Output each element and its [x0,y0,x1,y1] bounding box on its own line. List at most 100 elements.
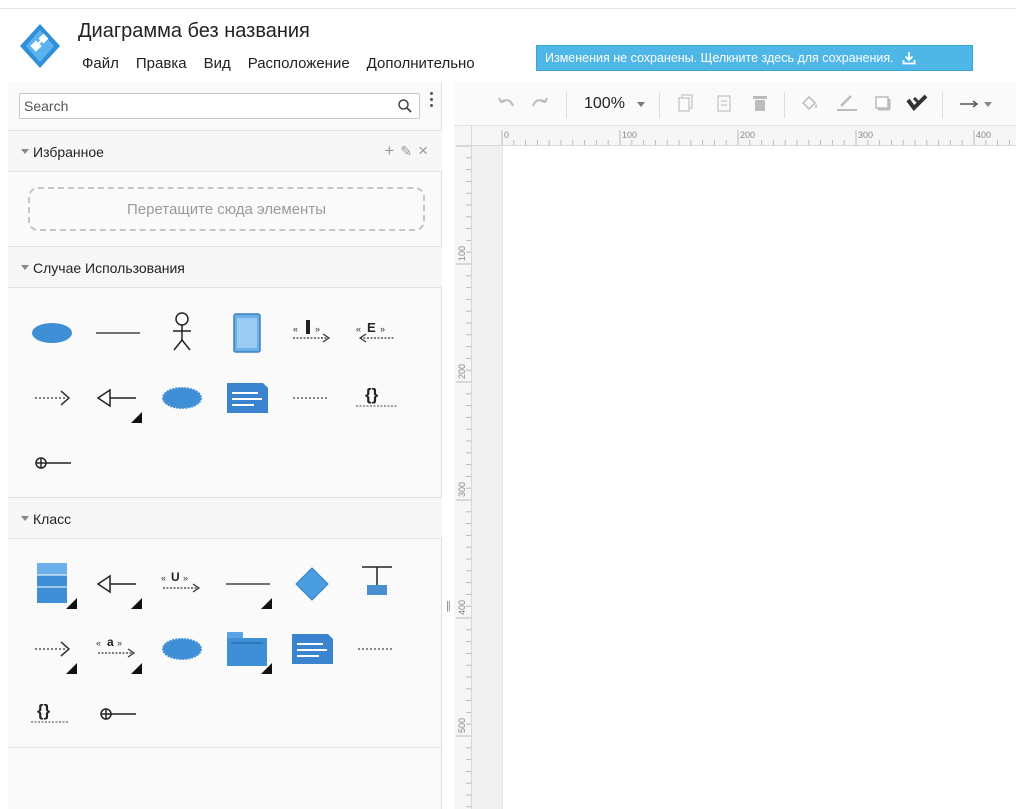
generalization-shape[interactable] [88,369,146,427]
menu-edit[interactable]: Правка [136,55,187,72]
menu-view[interactable]: Вид [204,55,231,72]
svg-text:»: » [380,324,385,334]
download-icon [902,52,916,65]
unsaved-changes-banner[interactable]: Изменения не сохранены. Щелкните здесь д… [536,45,973,71]
collaboration-shape[interactable] [153,369,211,427]
class-dashed-line-shape[interactable] [348,620,406,678]
delete-icon[interactable] [752,94,768,112]
ruler-label: 100 [457,246,467,261]
connection-style-icon[interactable] [958,98,998,110]
section-divider [8,747,442,748]
containment-line-shape[interactable] [23,434,81,492]
section-class[interactable]: Класс [8,497,442,539]
svg-text:«: « [161,573,166,583]
edit-favorite-icon[interactable]: ✎ [400,143,412,161]
package-shape[interactable] [218,620,276,678]
ruler-label: 200 [740,130,755,140]
ruler-label: 100 [622,130,637,140]
ruler-label: 300 [457,482,467,497]
svg-text:{}: {} [365,385,379,404]
more-variants-corner [131,598,142,609]
dashed-line-shape[interactable] [283,369,341,427]
zoom-level[interactable]: 100% [584,95,625,113]
top-border [0,8,1016,9]
diagram-canvas[interactable] [502,146,1016,809]
svg-text:E: E [367,320,376,335]
more-variants-corner [131,663,142,674]
undo-icon[interactable] [496,96,516,112]
shape-sidebar: Избранное + ✎ × Перетащите сюда элементы… [8,82,442,809]
menu-extras[interactable]: Дополнительно [367,55,475,72]
class-dependency-shape[interactable] [23,620,81,678]
ruler-label: 200 [457,364,467,379]
ruler-label: 300 [858,130,873,140]
class-generalization-shape[interactable] [88,555,146,613]
section-favorites[interactable]: Избранное + ✎ × [8,130,442,172]
class-shape[interactable] [23,555,81,613]
class-note-shape[interactable] [283,620,341,678]
more-options-icon[interactable] [430,92,434,110]
svg-text:«: « [293,324,298,334]
include-dependency-shape[interactable]: «» [283,304,341,362]
shadow-icon[interactable] [874,95,892,111]
paste-icon[interactable] [716,94,732,112]
usage-dependency-shape[interactable]: « U» [153,555,211,613]
search-icon[interactable] [397,98,413,114]
menu-bar: Файл Правка Вид Расположение Дополнитель… [82,55,492,72]
section-use-case-label: Случае Использования [33,260,185,276]
system-boundary-shape[interactable] [218,304,276,362]
collapse-caret-icon [21,265,29,270]
more-variants-corner [131,412,142,423]
constraint-shape[interactable]: {} [348,369,406,427]
svg-text:«: « [96,638,101,648]
main-toolbar: 100% [454,82,1016,126]
svg-text:{}: {} [37,701,51,720]
sidebar-resize-handle[interactable]: || [446,600,451,612]
toolbar-separator [659,92,660,118]
toolbar-separator [784,92,785,118]
search-box [19,93,420,119]
copy-icon[interactable] [678,94,694,112]
interface-stereotype-shape[interactable] [348,555,406,613]
abstraction-dependency-shape[interactable]: « a» [88,620,146,678]
class-constraint-shape[interactable]: {} [23,685,81,743]
actor-shape[interactable] [153,304,211,362]
more-variants-corner [261,663,272,674]
redo-icon[interactable] [530,96,550,112]
clear-favorites-icon[interactable]: × [418,141,428,161]
class-association-shape[interactable] [218,555,276,613]
more-variants-corner [66,598,77,609]
toolbar-separator [942,92,943,118]
more-variants-corner [66,663,77,674]
favorites-actions: + ✎ × [384,141,428,161]
section-class-label: Класс [33,511,72,527]
decision-diamond-shape[interactable] [283,555,341,613]
svg-text:a: a [107,635,114,649]
search-input[interactable] [20,94,394,118]
zoom-dropdown-icon[interactable] [637,102,645,107]
class-containment-shape[interactable] [88,685,146,743]
svg-text:»: » [117,638,122,648]
add-favorite-icon[interactable]: + [384,141,394,161]
use-case-ellipse-shape[interactable] [23,304,81,362]
note-shape[interactable] [218,369,276,427]
more-variants-corner [261,598,272,609]
document-title[interactable]: Диаграмма без названия [78,20,310,43]
menu-file[interactable]: Файл [82,55,119,72]
format-painter-icon[interactable] [906,94,928,112]
fill-color-icon[interactable] [800,94,820,112]
ruler-label: 400 [457,600,467,615]
section-use-case[interactable]: Случае Использования [8,246,442,288]
horizontal-ruler: 0 100 200 300 400 [472,126,1016,146]
dependency-arrow-shape[interactable] [23,369,81,427]
favorites-drop-zone[interactable]: Перетащите сюда элементы [28,187,425,231]
toolbar-separator [566,92,567,118]
line-color-icon[interactable] [836,94,858,112]
extend-dependency-shape[interactable]: « E » [348,304,406,362]
class-collaboration-shape[interactable] [153,620,211,678]
association-line-shape[interactable] [88,304,146,362]
svg-text:«: « [356,324,361,334]
collapse-caret-icon [21,149,29,154]
menu-arrange[interactable]: Расположение [248,55,350,72]
unsaved-changes-text: Изменения не сохранены. Щелкните здесь д… [545,51,894,65]
